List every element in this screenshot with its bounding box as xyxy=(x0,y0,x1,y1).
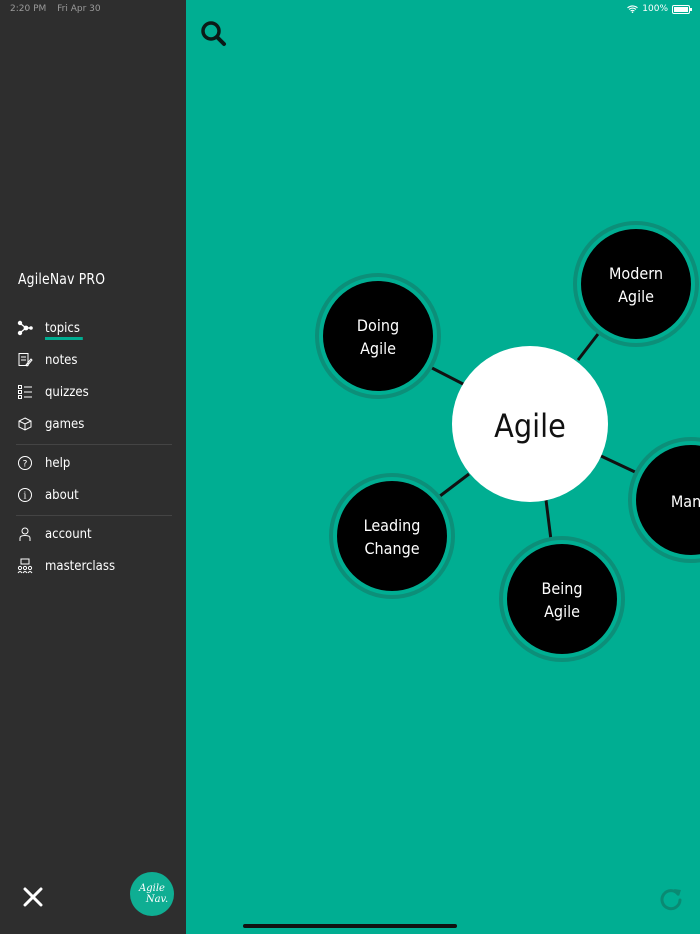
topic-graph: Doing Agile Modern Agile Manife Being Ag… xyxy=(315,221,700,662)
node-label-line1: Being xyxy=(542,579,583,598)
node-label-line1: Manife xyxy=(671,492,700,511)
node-label-line2: Agile xyxy=(544,602,580,621)
node-label-line1: Leading xyxy=(364,516,421,535)
topic-node-doing-agile[interactable]: Doing Agile xyxy=(315,273,441,399)
node-label-line2: Agile xyxy=(360,339,396,358)
topic-node-being-agile[interactable]: Being Agile xyxy=(499,536,625,662)
node-label-line2: Change xyxy=(364,539,419,558)
reset-layout-button[interactable] xyxy=(657,885,685,913)
topic-node-center-agile[interactable]: Agile xyxy=(452,346,608,502)
node-label-line1: Modern xyxy=(609,264,663,283)
refresh-icon xyxy=(660,889,682,911)
topic-node-leading-change[interactable]: Leading Change xyxy=(329,473,455,599)
center-node-label: Agile xyxy=(494,407,566,445)
node-label-line1: Doing xyxy=(357,316,399,335)
home-indicator xyxy=(243,924,457,928)
node-label-line2: Agile xyxy=(618,287,654,306)
topic-node-manifesto[interactable]: Manife xyxy=(628,437,700,563)
topic-node-modern-agile[interactable]: Modern Agile xyxy=(573,221,699,347)
